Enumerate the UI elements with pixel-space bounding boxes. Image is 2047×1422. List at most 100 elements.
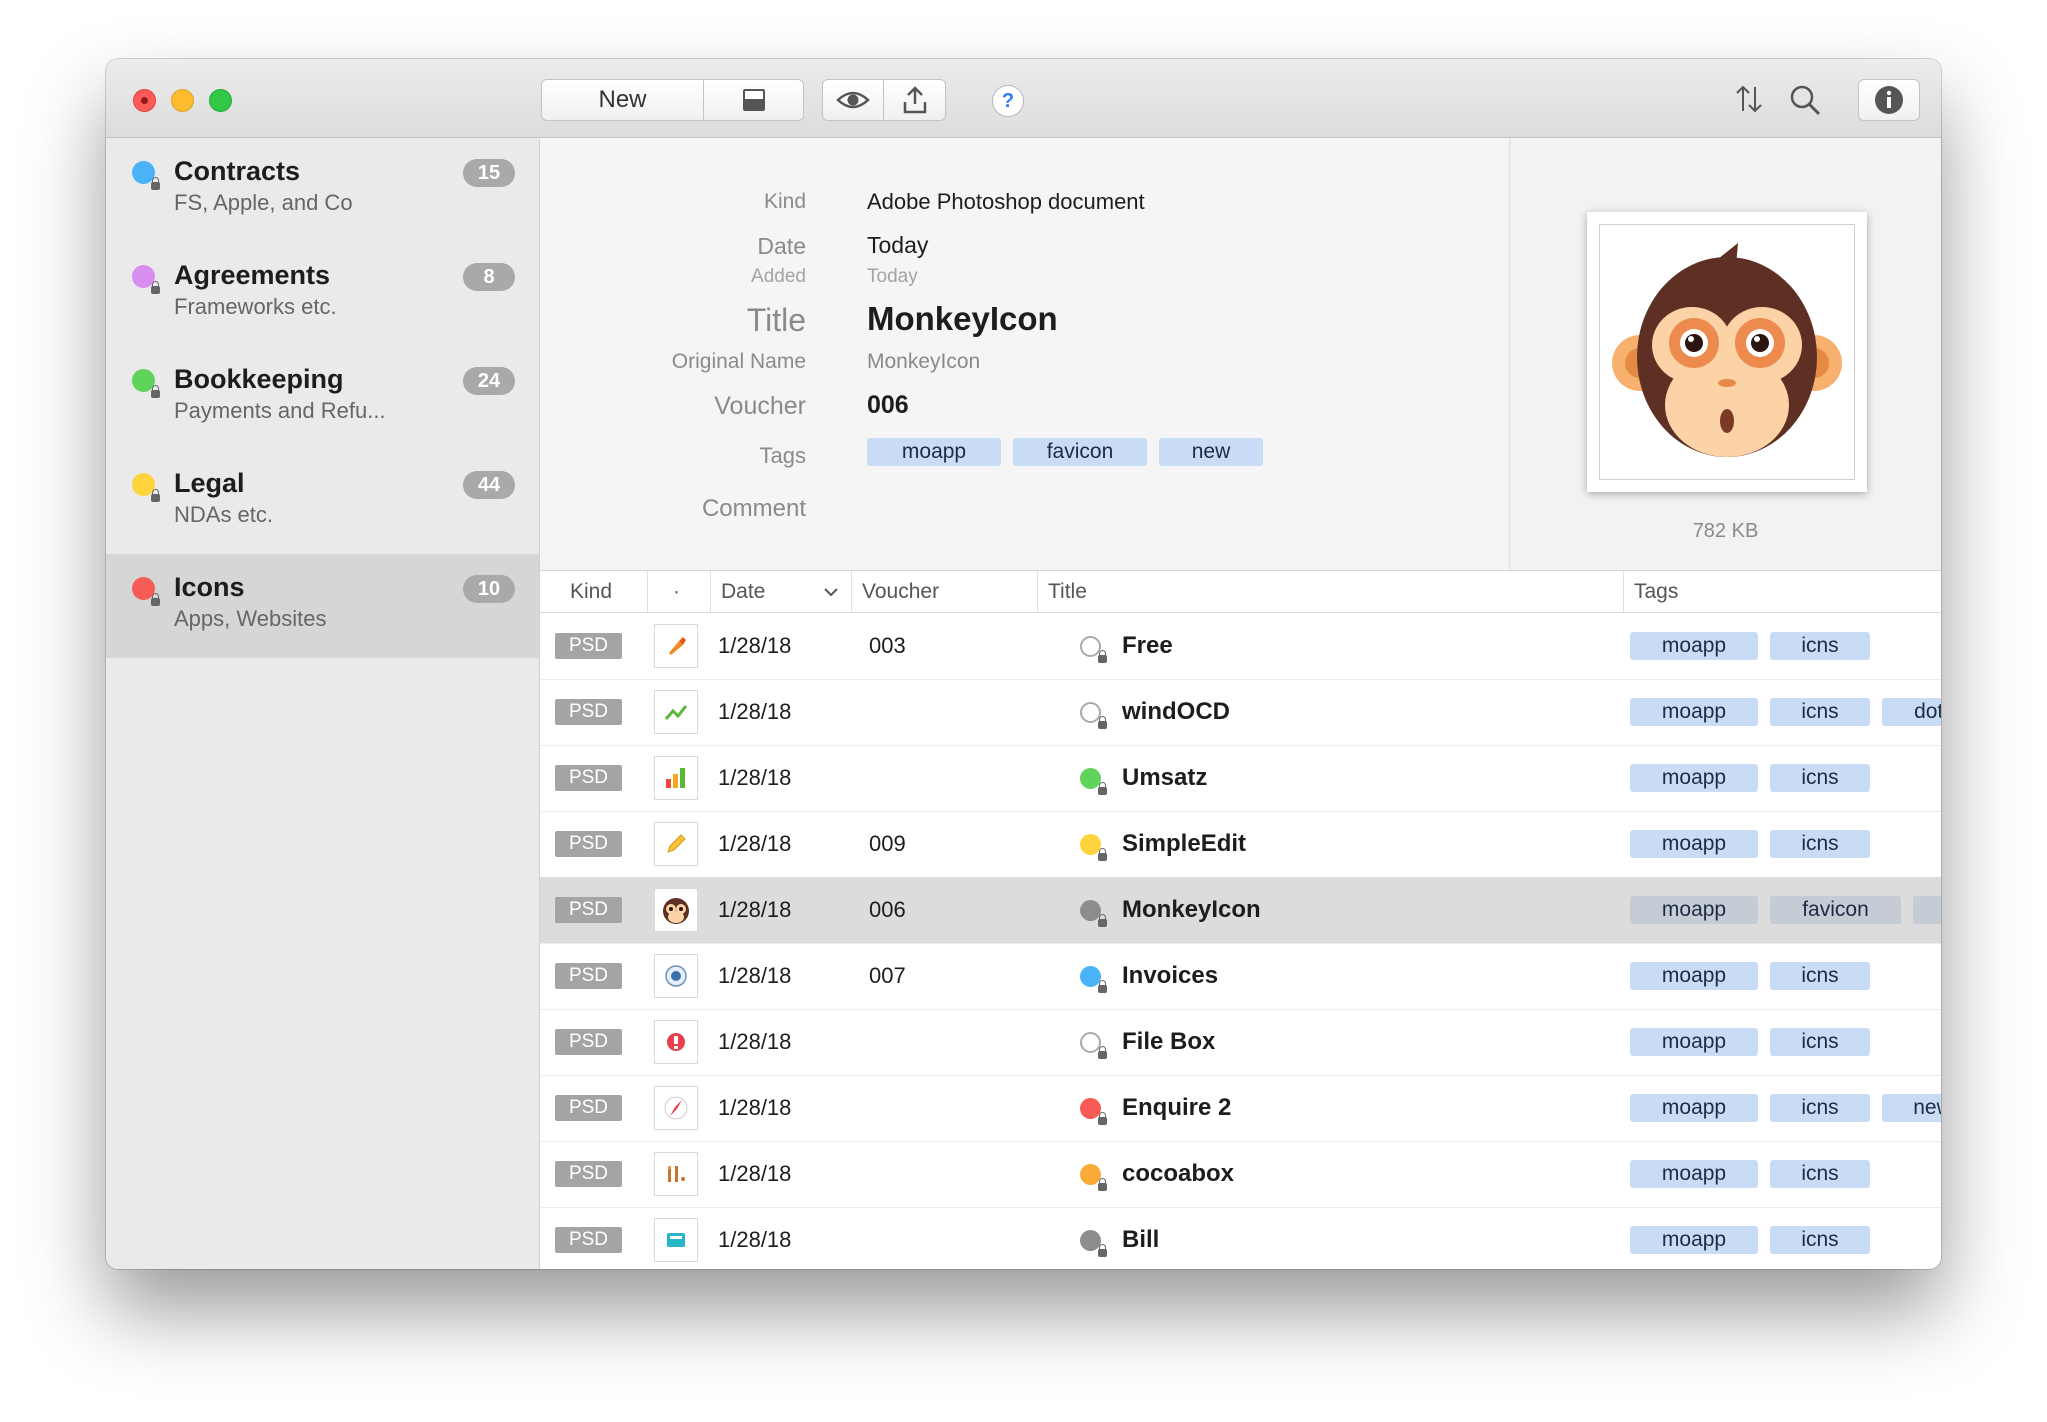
tag-token[interactable]: moapp <box>1630 1028 1758 1056</box>
lock-icon <box>1098 1178 1107 1191</box>
tags-cell: moapp icns <box>1630 764 1870 792</box>
bill-icon <box>667 1233 685 1247</box>
comment-field[interactable] <box>867 488 1467 528</box>
sidebar-item-agreements[interactable]: Agreements Frameworks etc. 8 <box>106 242 539 346</box>
tag-token[interactable]: icns <box>1770 698 1870 726</box>
tags-cell: moapp icns <box>1630 1028 1870 1056</box>
share-button[interactable] <box>884 79 946 121</box>
date-cell: 1/28/18 <box>718 831 792 856</box>
help-button[interactable]: ? <box>992 85 1024 117</box>
minimize-window-button[interactable] <box>171 89 194 112</box>
tag-token[interactable]: icns <box>1770 1094 1870 1122</box>
lock-icon <box>151 385 160 398</box>
detail-pane: Kind Adobe Photoshop document Date Today… <box>540 138 1941 571</box>
search-button[interactable] <box>1788 83 1822 122</box>
sidebar-item-count: 44 <box>463 471 515 499</box>
tag-token[interactable]: new <box>1159 438 1263 466</box>
column-header-voucher[interactable]: Voucher <box>852 571 1038 612</box>
tag-token[interactable]: moapp <box>1630 698 1758 726</box>
sidebar-item-name: Contracts <box>174 156 301 186</box>
monkey-icon <box>1612 243 1842 457</box>
table-row[interactable]: PSD 1/28/18 Bill moapp icns <box>540 1207 1941 1269</box>
table-row[interactable]: PSD 1/28/18 windOCD moapp icns doto <box>540 679 1941 746</box>
lock-icon <box>1098 1112 1107 1125</box>
sidebar-item-count: 24 <box>463 367 515 395</box>
row-thumbnail <box>654 822 698 866</box>
sidebar-item-contracts[interactable]: Contracts FS, Apple, and Co 15 <box>106 138 539 242</box>
tag-token[interactable]: icns <box>1770 1028 1870 1056</box>
sidebar-item-legal[interactable]: Legal NDAs etc. 44 <box>106 450 539 554</box>
row-thumbnail <box>654 888 698 932</box>
table-row[interactable]: PSD 1/28/18 Umsatz moapp icns <box>540 745 1941 812</box>
tag-token[interactable]: icns <box>1770 1226 1870 1254</box>
tag-token[interactable]: icns <box>1770 632 1870 660</box>
sidebar-item-subtitle: Apps, Websites <box>174 606 327 631</box>
comment-label: Comment <box>701 495 806 522</box>
table-row[interactable]: PSD 1/28/18 003 Free moapp icns <box>540 613 1941 680</box>
table-row[interactable]: PSD 1/28/18 Enquire 2 moapp icns new <box>540 1075 1941 1142</box>
preview-thumbnail[interactable] <box>1587 212 1867 492</box>
zoom-window-button[interactable] <box>209 89 232 112</box>
tag-token[interactable]: moapp <box>867 438 1001 466</box>
column-header-kind[interactable]: Kind <box>540 571 648 612</box>
table-row[interactable]: PSD 1/28/18 009 SimpleEdit moapp icns <box>540 811 1941 878</box>
table-row[interactable]: PSD 1/28/18 cocoabox moapp icns <box>540 1141 1941 1208</box>
column-header-date[interactable]: Date <box>711 571 852 612</box>
sort-button[interactable] <box>1734 83 1764 120</box>
row-thumbnail <box>654 1020 698 1064</box>
column-header-title[interactable]: Title <box>1038 571 1624 612</box>
tag-token[interactable]: new <box>1913 896 1941 924</box>
title-cell: Bill <box>1122 1226 1160 1253</box>
status-dot <box>1080 636 1101 657</box>
title-cell: Enquire 2 <box>1122 1094 1232 1121</box>
column-header-tags[interactable]: Tags <box>1624 571 1941 612</box>
bar-chart-icon <box>666 768 685 788</box>
date-field[interactable]: Today <box>867 232 928 259</box>
date-cell: 1/28/18 <box>718 765 792 790</box>
tag-token[interactable]: moapp <box>1630 764 1758 792</box>
title-field[interactable]: MonkeyIcon <box>867 300 1058 338</box>
close-window-button[interactable] <box>133 89 156 112</box>
sidebar-item-icons[interactable]: Icons Apps, Websites 10 <box>106 554 539 658</box>
quick-look-button[interactable] <box>822 79 884 121</box>
column-header-thumbnail[interactable]: · <box>648 571 711 612</box>
tag-token[interactable]: favicon <box>1770 896 1901 924</box>
tag-token[interactable]: doto <box>1882 698 1941 726</box>
tag-token[interactable]: moapp <box>1630 962 1758 990</box>
invoice-icon <box>665 965 687 987</box>
table-row[interactable]: PSD 1/28/18 File Box moapp icns <box>540 1009 1941 1076</box>
kind-badge: PSD <box>555 1227 622 1253</box>
tag-token[interactable]: favicon <box>1013 438 1147 466</box>
voucher-field[interactable]: 006 <box>867 391 909 420</box>
sidebar-item-bookkeeping[interactable]: Bookkeeping Payments and Refu... 24 <box>106 346 539 450</box>
date-cell: 1/28/18 <box>718 699 792 724</box>
voucher-label: Voucher <box>714 392 806 420</box>
title-cell: cocoabox <box>1122 1160 1235 1187</box>
tag-token[interactable]: moapp <box>1630 1160 1758 1188</box>
tag-token[interactable]: moapp <box>1630 830 1758 858</box>
tag-token[interactable]: icns <box>1770 830 1870 858</box>
tag-token[interactable]: moapp <box>1630 1226 1758 1254</box>
tag-token[interactable]: moapp <box>1630 896 1758 924</box>
kind-badge: PSD <box>555 633 622 659</box>
toggle-panel-button[interactable] <box>704 79 804 121</box>
table-row[interactable]: PSD 1/28/18 006 MonkeyIcon moapp favicon… <box>540 877 1941 944</box>
tag-token[interactable]: icns <box>1770 1160 1870 1188</box>
cocoabox-icon <box>668 1166 685 1182</box>
tags-cell: moapp icns doto <box>1630 698 1941 726</box>
info-button[interactable] <box>1858 79 1920 121</box>
tag-token[interactable]: icns <box>1770 764 1870 792</box>
tag-token[interactable]: icns <box>1770 962 1870 990</box>
row-thumbnail <box>654 1218 698 1262</box>
new-button[interactable]: New <box>541 79 704 121</box>
status-dot <box>1080 1098 1101 1119</box>
tag-token[interactable]: moapp <box>1630 1094 1758 1122</box>
sidebar-item-name: Legal <box>174 468 245 498</box>
tag-token[interactable]: new <box>1882 1094 1941 1122</box>
table-row[interactable]: PSD 1/28/18 007 Invoices moapp icns <box>540 943 1941 1010</box>
lock-icon <box>1098 848 1107 861</box>
help-icon: ? <box>992 85 1024 117</box>
sidebar-item-subtitle: FS, Apple, and Co <box>174 190 353 215</box>
tags-field[interactable]: moapp favicon new <box>867 438 1263 466</box>
tag-token[interactable]: moapp <box>1630 632 1758 660</box>
